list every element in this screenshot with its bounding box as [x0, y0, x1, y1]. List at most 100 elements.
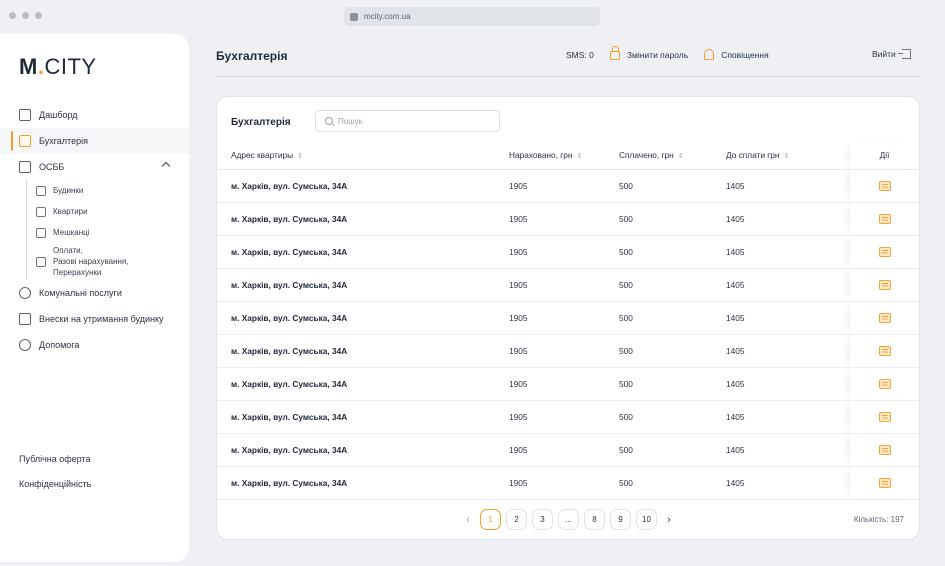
- sort-icon[interactable]: ⇕: [297, 153, 303, 160]
- page-button[interactable]: 3: [532, 509, 553, 530]
- dashboard-icon: [19, 109, 31, 121]
- logout-label: Вийти: [872, 49, 896, 59]
- logo[interactable]: M.CITY: [19, 54, 97, 80]
- key-icon: [36, 206, 46, 217]
- sms-counter: SMS: 0: [566, 49, 594, 60]
- page-button[interactable]: 10: [636, 509, 657, 530]
- submenu-item-apartments[interactable]: Квартири: [36, 201, 189, 222]
- details-icon[interactable]: [878, 213, 891, 224]
- details-icon[interactable]: [878, 378, 891, 389]
- table-header-row: Адрес квартиры ⇕ Нараховано, грн ⇕ Сплачен…: [217, 142, 919, 170]
- submenu-item-label: Будинки: [53, 186, 84, 195]
- page-button[interactable]: 1: [480, 509, 501, 530]
- cell-actions: [850, 235, 919, 269]
- sort-icon[interactable]: ⇕: [576, 153, 582, 160]
- sidebar-nav: Дашборд Бухгалтерія ОСББ Будинки Квартир…: [0, 102, 189, 358]
- osbb-icon: [19, 161, 31, 173]
- privacy-link[interactable]: Конфіденційність: [19, 479, 91, 489]
- next-page-button[interactable]: ›: [662, 509, 676, 530]
- submenu-item-payments[interactable]: Оплати, Разові нарахування, Перерахунки: [36, 243, 189, 280]
- page-button[interactable]: ...: [558, 509, 579, 530]
- details-icon[interactable]: [878, 180, 891, 191]
- header-actions: SMS: 0 Змінити пароль Сповіщення: [566, 46, 769, 60]
- cell-address: м. Харків, вул. Сумська, 34А: [217, 334, 509, 368]
- close-window-dot[interactable]: [9, 12, 16, 19]
- submenu-item-buildings[interactable]: Будинки: [36, 180, 189, 201]
- sort-icon[interactable]: ⇕: [784, 153, 790, 160]
- cell-charged: 1905: [509, 235, 619, 269]
- table-row[interactable]: м. Харків, вул. Сумська, 34А 1905 500 1405: [217, 433, 919, 467]
- details-icon[interactable]: [878, 246, 891, 257]
- cell-due: 1405: [726, 334, 850, 368]
- table-row[interactable]: м. Харків, вул. Сумська, 34А 1905 500 1405: [217, 367, 919, 401]
- cell-actions: [850, 466, 919, 500]
- chevron-up-icon[interactable]: [161, 161, 171, 171]
- table-row[interactable]: м. Харків, вул. Сумська, 34А 1905 500 1405: [217, 169, 919, 203]
- search-box[interactable]: [315, 110, 500, 132]
- sidebar: M.CITY Дашборд Бухгалтерія ОСББ Будинки …: [0, 34, 189, 562]
- cell-paid: 500: [619, 169, 726, 203]
- details-icon[interactable]: [878, 411, 891, 422]
- column-header-charged[interactable]: Нараховано, грн ⇕: [509, 142, 619, 170]
- page-button[interactable]: 8: [584, 509, 605, 530]
- osbb-submenu: Будинки Квартири Мешканці Оплати, Разові…: [26, 180, 189, 280]
- people-icon: [36, 227, 46, 238]
- cell-actions: [850, 169, 919, 203]
- minimize-window-dot[interactable]: [22, 12, 29, 19]
- card-icon: [19, 313, 31, 325]
- logo-city: CITY: [44, 54, 97, 79]
- page-button[interactable]: 9: [610, 509, 631, 530]
- maximize-window-dot[interactable]: [35, 12, 42, 19]
- header-divider: [216, 76, 920, 77]
- column-header-due[interactable]: До сплати грн ⇕: [726, 142, 850, 170]
- page-button[interactable]: 2: [506, 509, 527, 530]
- sidebar-item-osbb[interactable]: ОСББ: [0, 154, 189, 180]
- address-bar[interactable]: mcity.com.ua: [344, 7, 600, 26]
- notifications-link[interactable]: Сповіщення: [721, 50, 769, 60]
- cell-address: м. Харків, вул. Сумська, 34А: [217, 169, 509, 203]
- sidebar-item-utilities[interactable]: Комунальні послуги: [0, 280, 189, 306]
- cell-due: 1405: [726, 301, 850, 335]
- table-row[interactable]: м. Харків, вул. Сумська, 34А 1905 500 1405: [217, 400, 919, 434]
- cell-due: 1405: [726, 433, 850, 467]
- table-row[interactable]: м. Харків, вул. Сумська, 34А 1905 500 1405: [217, 334, 919, 368]
- table-row[interactable]: м. Харків, вул. Сумська, 34А 1905 500 1405: [217, 301, 919, 335]
- cell-due: 1405: [726, 400, 850, 434]
- cell-address: м. Харків, вул. Сумська, 34А: [217, 466, 509, 500]
- cell-actions: [850, 367, 919, 401]
- table-row[interactable]: м. Харків, вул. Сумська, 34А 1905 500 1405: [217, 466, 919, 500]
- details-icon[interactable]: [878, 477, 891, 488]
- cell-paid: 500: [619, 268, 726, 302]
- logout-button[interactable]: Вийти: [872, 49, 911, 59]
- column-header-paid[interactable]: Сплачено, грн ⇕: [619, 142, 726, 170]
- search-input[interactable]: [338, 116, 488, 126]
- column-label: Нараховано, грн: [509, 150, 573, 161]
- table-row[interactable]: м. Харків, вул. Сумська, 34А 1905 500 1405: [217, 268, 919, 302]
- table-row[interactable]: м. Харків, вул. Сумська, 34А 1905 500 1405: [217, 235, 919, 269]
- change-password-link[interactable]: Змінити пароль: [627, 50, 688, 60]
- details-icon[interactable]: [878, 444, 891, 455]
- bell-icon: [704, 49, 715, 60]
- page-title: Бухгалтерія: [216, 49, 288, 63]
- column-header-address[interactable]: Адрес квартиры ⇕: [217, 142, 509, 170]
- sidebar-item-help[interactable]: Допомога: [0, 332, 189, 358]
- submenu-item-residents[interactable]: Мешканці: [36, 222, 189, 243]
- cell-charged: 1905: [509, 202, 619, 236]
- cell-actions: [850, 268, 919, 302]
- details-icon[interactable]: [878, 345, 891, 356]
- sidebar-item-dashboard[interactable]: Дашборд: [0, 102, 189, 128]
- calculator-icon: [19, 135, 31, 147]
- sidebar-item-label: Допомога: [39, 340, 80, 350]
- url-text: mcity.com.ua: [364, 12, 411, 21]
- public-offer-link[interactable]: Публічна оферта: [19, 454, 91, 464]
- prev-page-button[interactable]: ‹: [461, 509, 475, 530]
- details-icon[interactable]: [878, 279, 891, 290]
- details-icon[interactable]: [878, 312, 891, 323]
- cell-paid: 500: [619, 400, 726, 434]
- total-count: Кількість: 197: [853, 515, 904, 524]
- sidebar-item-accounting[interactable]: Бухгалтерія: [0, 128, 189, 154]
- table-row[interactable]: м. Харків, вул. Сумська, 34А 1905 500 1405: [217, 202, 919, 236]
- cell-due: 1405: [726, 367, 850, 401]
- sort-icon[interactable]: ⇕: [678, 153, 684, 160]
- sidebar-item-building-fees[interactable]: Внески на утримання будинку: [0, 306, 189, 332]
